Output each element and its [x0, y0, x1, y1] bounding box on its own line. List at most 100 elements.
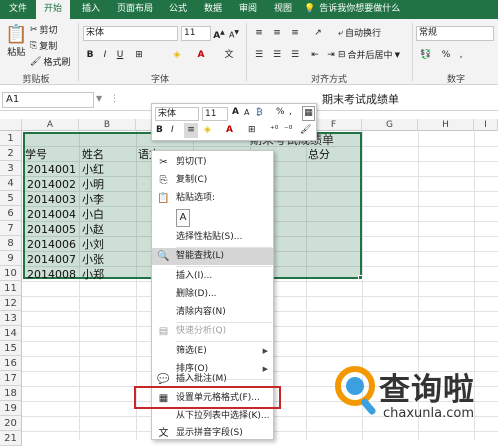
row-header[interactable]: 13 — [0, 311, 22, 326]
row-header[interactable]: 17 — [0, 371, 22, 386]
row-header[interactable]: 15 — [0, 341, 22, 356]
column-header[interactable]: H — [418, 119, 474, 131]
menu-item-filter[interactable]: 筛选(E) ▶ — [152, 343, 273, 360]
copy-button[interactable]: ⎘ 复制 — [30, 39, 57, 53]
row-header[interactable]: 12 — [0, 296, 22, 311]
align-bottom-icon[interactable]: ≡ — [288, 26, 302, 40]
grow-font-icon[interactable]: A▲ — [213, 26, 225, 41]
increase-decimal-icon[interactable]: ⁺⁰ — [270, 125, 278, 135]
font-size-combo[interactable]: 11 — [181, 26, 211, 41]
menu-item-copy[interactable]: ⎘ 复制(C) — [152, 172, 273, 189]
decrease-decimal-icon[interactable]: ⁻⁰ — [284, 125, 292, 135]
header-cell-name[interactable]: 姓名 — [82, 147, 104, 162]
tab-formulas[interactable]: 公式 — [164, 0, 192, 19]
cell-student-name[interactable]: 小张 — [82, 252, 104, 267]
align-center-icon[interactable]: ≡ — [184, 123, 198, 138]
row-header[interactable]: 21 — [0, 431, 22, 446]
align-center-icon[interactable]: ☰ — [270, 48, 284, 62]
font-color-icon[interactable]: A — [226, 125, 233, 135]
menu-item-phonetic[interactable]: 文显示拼音字段(S) — [152, 425, 273, 442]
bold-icon[interactable]: B — [84, 48, 96, 62]
tab-page-layout[interactable]: 页面布局 — [112, 0, 158, 19]
cell-student-name[interactable]: 小赵 — [82, 222, 104, 237]
name-box[interactable]: A1 — [2, 92, 94, 108]
fill-color-icon[interactable]: ◈ — [170, 48, 184, 62]
grow-font-icon[interactable]: A — [232, 107, 239, 117]
align-left-icon[interactable]: ☰ — [252, 48, 266, 62]
percent-icon[interactable]: % — [276, 107, 285, 117]
align-top-icon[interactable]: ≡ — [252, 26, 266, 40]
cell-student-id[interactable]: 2014007 — [22, 252, 78, 267]
border-icon[interactable]: ⊞ — [132, 48, 146, 62]
name-box-dropdown-icon[interactable]: ▼ — [96, 94, 102, 103]
increase-indent-icon[interactable]: ⇥ — [324, 48, 338, 62]
format-painter-button[interactable]: 🖌 格式刷 — [30, 55, 70, 69]
italic-icon[interactable]: I — [171, 125, 174, 135]
cell-student-id[interactable]: 2014002 — [22, 177, 78, 192]
row-header[interactable]: 2 — [0, 146, 22, 161]
tell-me-box[interactable]: 💡 告诉我你想要做什么 — [304, 0, 434, 19]
tab-insert[interactable]: 插入 — [76, 0, 106, 19]
cell-student-name[interactable]: 小白 — [82, 207, 104, 222]
header-cell-total[interactable]: 总分 — [308, 147, 330, 162]
accounting-format-icon[interactable]: ₿ — [256, 107, 263, 118]
mini-font-combo[interactable]: 宋体 — [155, 107, 199, 121]
bold-icon[interactable]: B — [156, 125, 163, 135]
align-middle-icon[interactable]: ≡ — [270, 26, 284, 40]
column-header[interactable]: I — [474, 119, 498, 131]
row-header[interactable]: 7 — [0, 221, 22, 236]
cell-student-name[interactable]: 小郑 — [82, 267, 104, 282]
table-format-icon[interactable]: ▦ — [302, 106, 315, 121]
row-header[interactable]: 1 — [0, 131, 22, 146]
cell-student-id[interactable]: 2014004 — [22, 207, 78, 222]
comma-style-icon[interactable]: , — [455, 48, 467, 62]
row-header[interactable]: 5 — [0, 191, 22, 206]
font-name-combo[interactable]: 宋体 — [83, 26, 178, 41]
tab-file[interactable]: 文件 — [3, 0, 33, 19]
paste-button[interactable]: 📋 粘贴 — [5, 25, 27, 59]
row-header[interactable]: 10 — [0, 266, 22, 281]
row-header[interactable]: 4 — [0, 176, 22, 191]
cell-student-id[interactable]: 2014003 — [22, 192, 78, 207]
border-icon[interactable]: ⊞ — [248, 125, 256, 135]
fill-handle[interactable] — [358, 275, 363, 280]
menu-item-clear[interactable]: 清除内容(N) — [152, 304, 273, 321]
menu-item-insert-comment[interactable]: 💬 插入批注(M) — [152, 373, 273, 386]
brush-icon[interactable]: 🖌 — [300, 125, 311, 135]
row-header[interactable]: 16 — [0, 356, 22, 371]
tab-review[interactable]: 审阅 — [234, 0, 262, 19]
number-format-combo[interactable]: 常规 — [416, 26, 494, 41]
row-header[interactable]: 20 — [0, 416, 22, 431]
cell-student-id[interactable]: 2014001 — [22, 162, 78, 177]
menu-item-smart-lookup[interactable]: 🔍 智能查找(L) — [152, 248, 273, 265]
cell-student-id[interactable]: 2014008 — [22, 267, 78, 282]
orientation-icon[interactable]: ↗ — [310, 26, 326, 40]
accounting-format-icon[interactable]: 💱 — [418, 48, 434, 62]
tab-view[interactable]: 视图 — [268, 0, 298, 19]
align-right-icon[interactable]: ☰ — [288, 48, 302, 62]
row-header[interactable]: 18 — [0, 386, 22, 401]
menu-item-paste-special[interactable]: 选择性粘贴(S)... — [152, 229, 273, 246]
font-color-icon[interactable]: A — [194, 48, 208, 62]
column-header[interactable]: A — [22, 119, 79, 131]
menu-item-insert[interactable]: 插入(I)... — [152, 268, 273, 285]
merge-center-button[interactable]: ⊟ 合并后居中 ▼ — [338, 48, 400, 62]
paste-default-icon[interactable]: A — [176, 209, 190, 227]
tab-data[interactable]: 数据 — [198, 0, 228, 19]
row-header[interactable]: 8 — [0, 236, 22, 251]
row-header[interactable]: 14 — [0, 326, 22, 341]
menu-item-delete[interactable]: 删除(D)... — [152, 286, 273, 303]
row-header[interactable]: 19 — [0, 401, 22, 416]
row-header[interactable]: 9 — [0, 251, 22, 266]
column-header[interactable]: G — [362, 119, 418, 131]
mini-size-combo[interactable]: 11 — [202, 107, 228, 121]
fill-color-icon[interactable]: ◈ — [204, 125, 211, 135]
shrink-font-icon[interactable]: A — [244, 108, 249, 117]
row-header[interactable]: 6 — [0, 206, 22, 221]
menu-item-pick-list[interactable]: 从下拉列表中选择(K)... — [152, 408, 273, 425]
formula-input[interactable]: 期末考试成绩单 — [318, 92, 496, 108]
column-header[interactable]: B — [79, 119, 136, 131]
cell-student-name[interactable]: 小明 — [82, 177, 104, 192]
cell-student-name[interactable]: 小刘 — [82, 237, 104, 252]
wrap-text-button[interactable]: ⤶ 自动换行 — [338, 26, 381, 40]
